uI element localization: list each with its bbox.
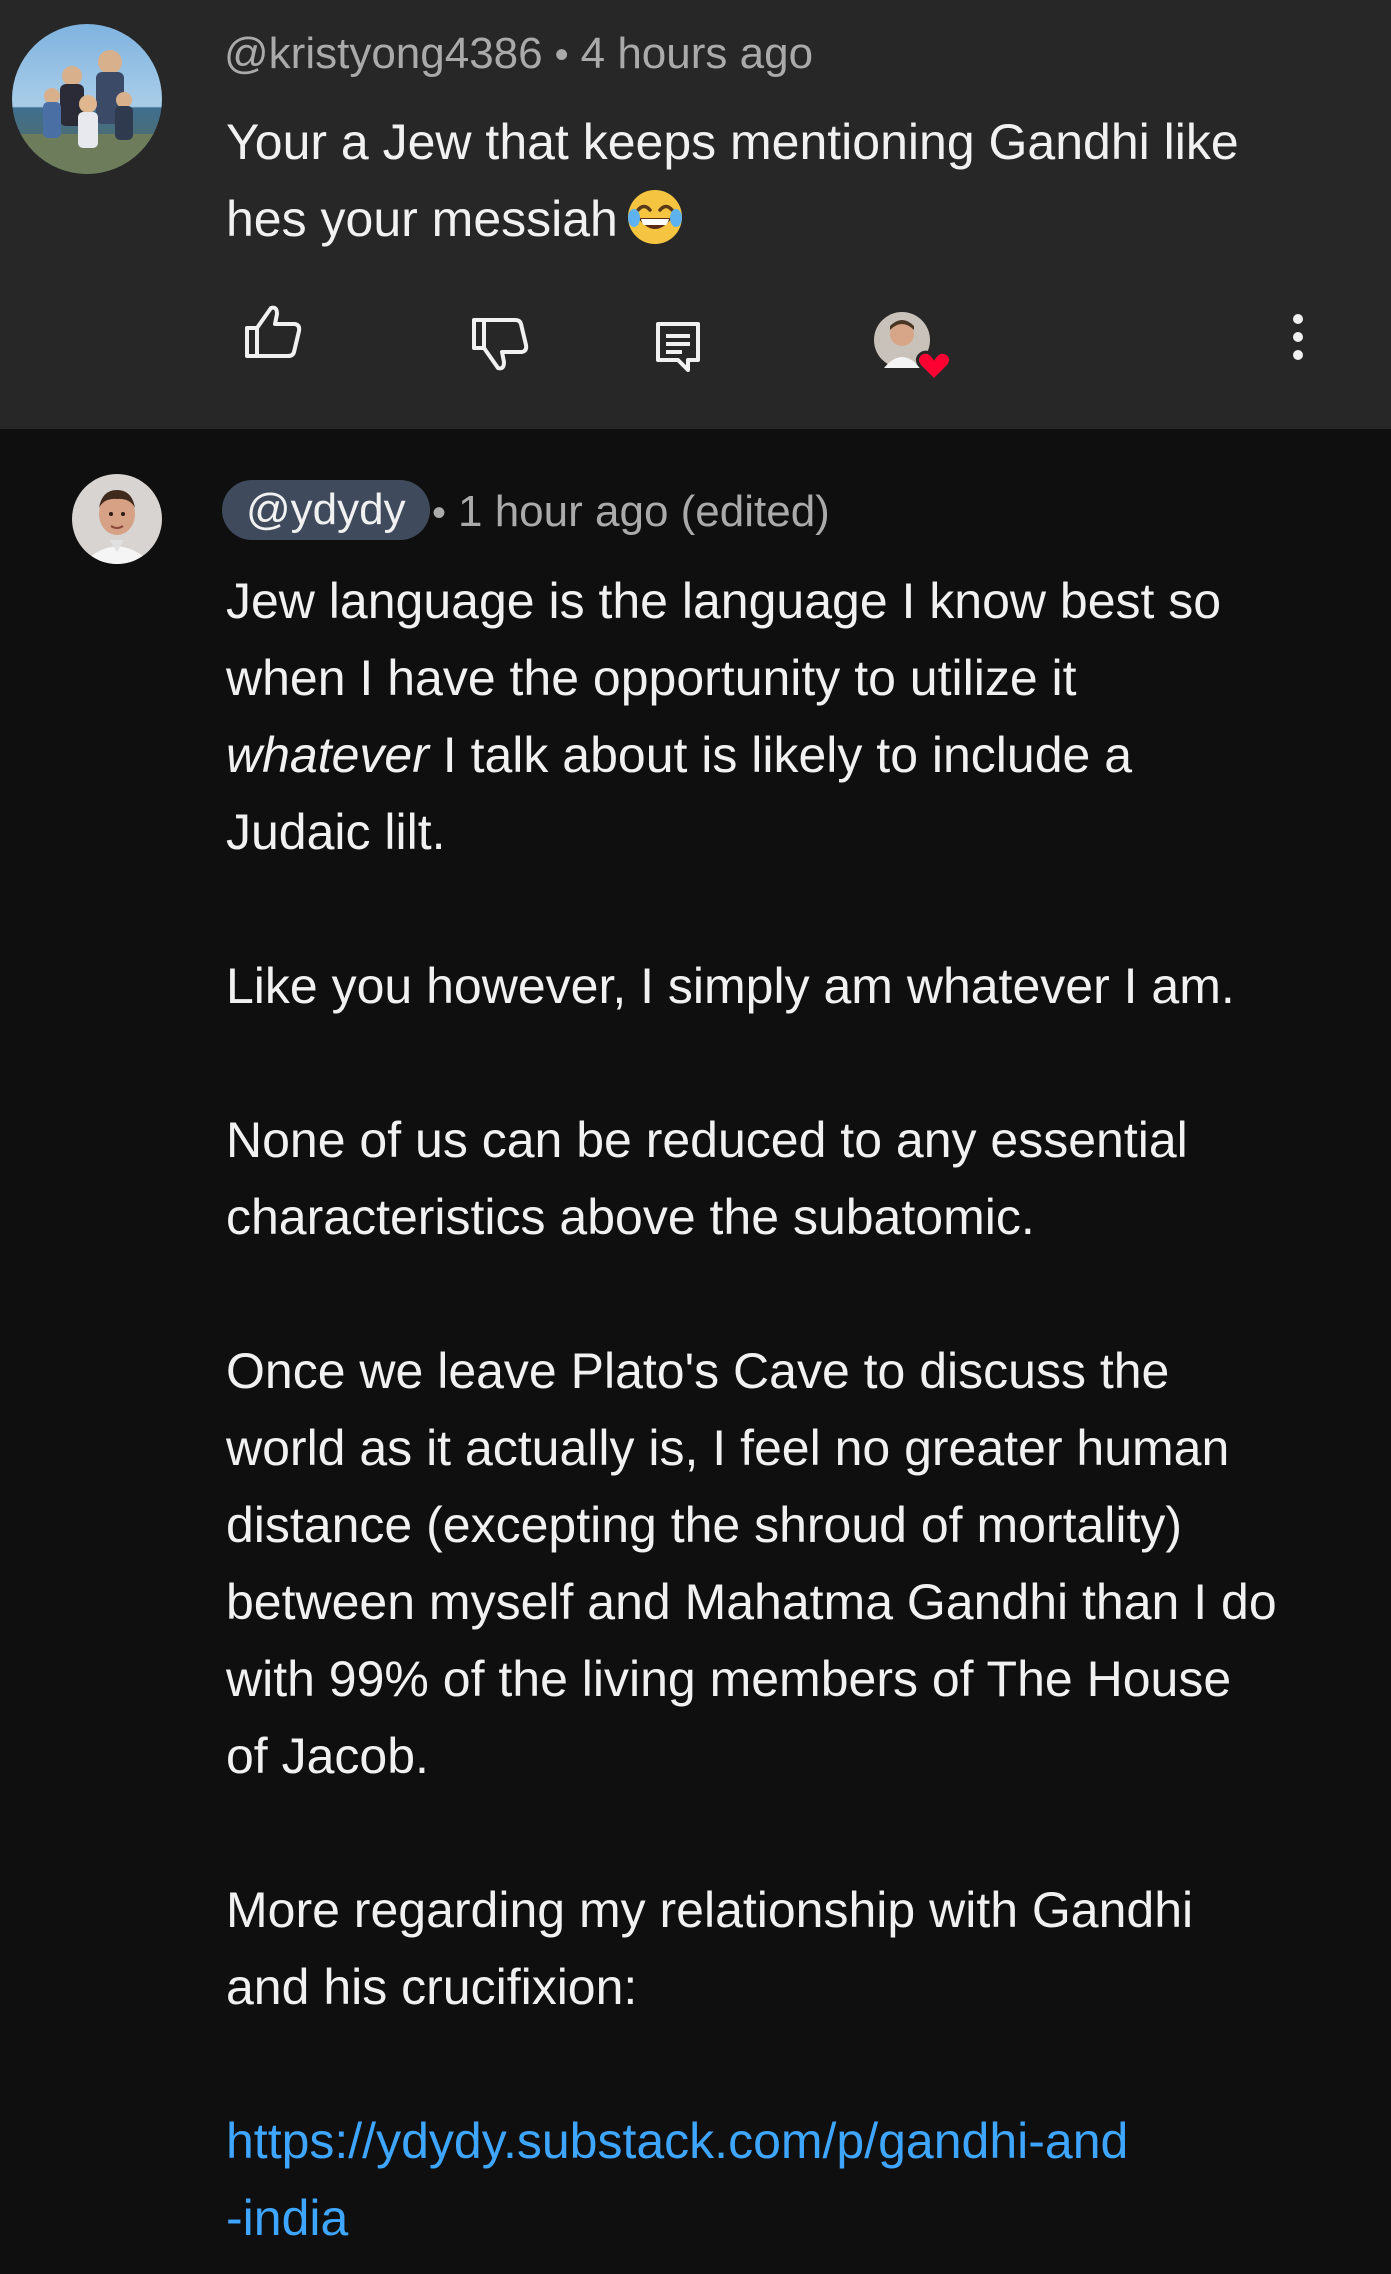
italic-text: whatever xyxy=(226,727,429,783)
reply-text-line: world as it actually is, I feel no great… xyxy=(226,1420,1230,1476)
comment-meta: @kristyong4386 • 4 hours ago xyxy=(224,32,813,76)
commenter-avatar[interactable] xyxy=(12,24,162,174)
reply-text-line: Judaic lilt. xyxy=(226,804,446,860)
top-comment: @kristyong4386 • 4 hours ago Your a Jew th… xyxy=(0,0,1391,429)
reply-text-line: Like you however, I simply am whatever I… xyxy=(226,958,1235,1014)
comment-timestamp[interactable]: 4 hours ago xyxy=(581,29,813,78)
reply-text: Jew language is the language I know best… xyxy=(226,563,1346,2257)
laughing-emoji-icon xyxy=(627,190,682,244)
reply-text-line: Once we leave Plato's Cave to discuss th… xyxy=(226,1343,1170,1399)
link-line[interactable]: -india xyxy=(226,2190,348,2246)
link-line[interactable]: https://ydydy.substack.com/p/gandhi-and xyxy=(226,2113,1128,2169)
comment-text-fragment: hes your messiah xyxy=(226,191,618,247)
more-vert-icon[interactable] xyxy=(1280,312,1316,362)
comment-text-line: Your a Jew that keeps mentioning Gandhi … xyxy=(226,114,1239,170)
reply-icon[interactable] xyxy=(654,320,702,374)
meta-separator: • xyxy=(554,33,569,77)
reply-text-line: None of us can be reduced to any essenti… xyxy=(226,1112,1188,1168)
reply-meta: • 1 hour ago (edited) xyxy=(432,490,830,534)
reply-text-line: and his crucifixion: xyxy=(226,1959,638,2015)
reply-text-line: between myself and Mahatma Gandhi than I… xyxy=(226,1574,1277,1630)
reply-text-line: whatever I talk about is likely to inclu… xyxy=(226,717,1346,794)
reply-text-line: of Jacob. xyxy=(226,1728,429,1784)
reply-text-line: Jew language is the language I know best… xyxy=(226,573,1222,629)
substack-link[interactable]: https://ydydy.substack.com/p/gandhi-and -… xyxy=(226,2103,1346,2257)
thumbs-down-icon[interactable] xyxy=(470,314,530,374)
creator-heart-icon xyxy=(874,312,953,382)
comment-text-line: hes your messiah xyxy=(226,181,1346,258)
reply-handle-chip[interactable]: @ydydy xyxy=(222,480,430,540)
reply-text-fragment: I talk about is likely to include a xyxy=(428,727,1133,783)
reply-text-line: More regarding my relationship with Gand… xyxy=(226,1882,1194,1938)
reply-text-line: when I have the opportunity to utilize i… xyxy=(226,650,1077,706)
meta-separator: • xyxy=(432,491,447,535)
reply-text-line: distance (excepting the shroud of mortal… xyxy=(226,1497,1183,1553)
thumbs-up-icon[interactable] xyxy=(243,302,303,362)
reply-author-avatar[interactable] xyxy=(72,474,162,564)
comment-text: Your a Jew that keeps mentioning Gandhi … xyxy=(226,104,1346,258)
reply-timestamp[interactable]: 1 hour ago (edited) xyxy=(458,487,830,536)
commenter-handle[interactable]: @kristyong4386 xyxy=(224,29,543,78)
reply-text-line: with 99% of the living members of The Ho… xyxy=(226,1651,1232,1707)
reply-text-line: characteristics above the subatomic. xyxy=(226,1189,1035,1245)
